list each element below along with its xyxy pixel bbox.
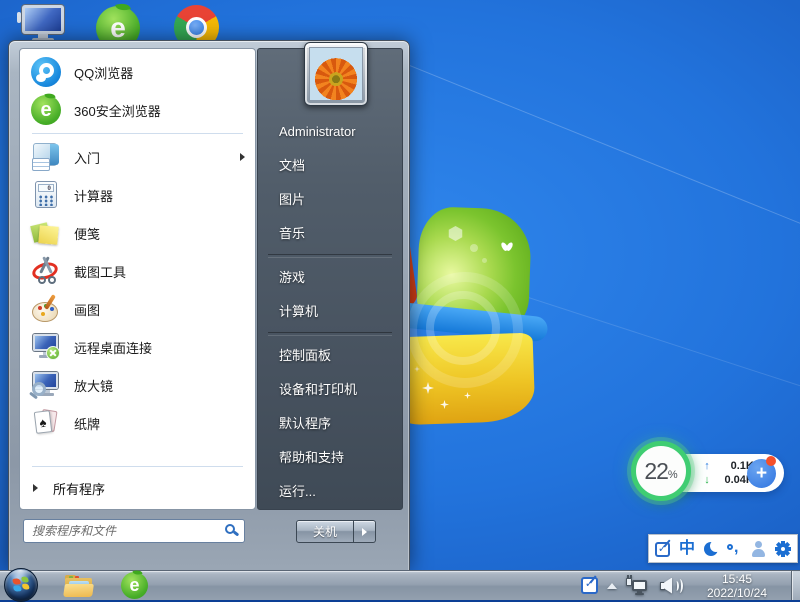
all-programs-label: 所有程序: [53, 479, 105, 498]
clock-time: 15:45: [695, 572, 779, 586]
360-browser-button[interactable]: e: [94, 572, 148, 599]
show-desktop-button[interactable]: [791, 571, 800, 600]
shutdown-button[interactable]: 关机: [296, 520, 354, 543]
qq-browser-icon: [30, 56, 62, 88]
network-icon[interactable]: [626, 576, 650, 596]
shutdown-control: 关机: [296, 520, 376, 543]
avatar-flower-image: [309, 47, 363, 101]
upload-arrow-icon: ↑: [702, 460, 712, 472]
getting-started-icon: [30, 141, 62, 173]
start-menu-item[interactable]: 截图工具: [20, 252, 255, 290]
input-checkbox-icon[interactable]: ✓: [581, 577, 598, 594]
start-menu-item[interactable]: QQ浏览器: [20, 53, 255, 91]
start-menu-item-label: 便笺: [74, 224, 245, 243]
sticky-notes-icon: [30, 217, 62, 249]
user-avatar[interactable]: [304, 42, 368, 106]
separator: [32, 466, 243, 467]
input-method-icon[interactable]: ✓: [653, 539, 673, 559]
taskbar-buttons: e: [0, 570, 148, 602]
system-tray: ✓ 15:45 2022/10/24: [581, 571, 800, 600]
punctuation-icon[interactable]: ,: [725, 539, 745, 559]
taskbar: e ✓ 15:45 2022/10/24: [0, 570, 800, 600]
start-menu-right-panel: Administrator文档图片音乐游戏计算机控制面板设备和打印机默认程序帮助…: [257, 48, 403, 510]
start-button[interactable]: [0, 570, 38, 602]
calculator-icon: 0: [30, 179, 62, 211]
remote-desktop-icon: [30, 331, 62, 363]
start-menu-item[interactable]: 远程桌面连接: [20, 328, 255, 366]
magnifier-icon: [30, 369, 62, 401]
ime-language-bar: ✓中,: [648, 534, 798, 563]
search-input[interactable]: [23, 519, 245, 543]
start-menu-item[interactable]: e 360安全浏览器: [20, 91, 255, 129]
start-menu-item-label: 放大镜: [74, 376, 245, 395]
download-arrow-icon: ↓: [702, 474, 712, 486]
submenu-arrow-icon: [240, 153, 245, 161]
start-menu-item[interactable]: ♠ 纸牌: [20, 404, 255, 442]
tray-clock[interactable]: 15:45 2022/10/24: [695, 572, 779, 600]
start-menu-right-item[interactable]: 音乐: [258, 217, 402, 251]
start-menu-item[interactable]: 0 计算器: [20, 176, 255, 214]
start-menu-user-name[interactable]: Administrator: [258, 115, 402, 149]
user-icon[interactable]: [749, 539, 769, 559]
start-menu-item-label: 远程桌面连接: [74, 338, 245, 357]
start-menu-item[interactable]: 入门: [20, 138, 255, 176]
start-menu-item-label: 360安全浏览器: [74, 101, 245, 120]
separator: [268, 332, 392, 336]
start-menu-right-item[interactable]: 游戏: [258, 261, 402, 295]
shutdown-arrow-icon: [362, 528, 367, 536]
start-menu-left-list: QQ浏览器 e 360安全浏览器入门 0 计算器便笺截图工具画图远程桌面连接放大镜 ♠ 纸牌: [20, 53, 255, 442]
start-menu-item-label: 画图: [74, 300, 245, 319]
start-menu-item[interactable]: 便笺: [20, 214, 255, 252]
separator: [32, 133, 243, 134]
start-menu-right-item[interactable]: 默认程序: [258, 407, 402, 441]
start-menu-item[interactable]: 放大镜: [20, 366, 255, 404]
paint-icon: [30, 293, 62, 325]
clock-date: 2022/10/24: [695, 586, 779, 600]
start-menu-right-item[interactable]: 帮助和支持: [258, 441, 402, 475]
start-menu-item-label: 入门: [74, 148, 228, 167]
start-menu-item[interactable]: 画图: [20, 290, 255, 328]
start-menu-left-panel: QQ浏览器 e 360安全浏览器入门 0 计算器便笺截图工具画图远程桌面连接放大镜 ♠ 纸牌…: [19, 48, 256, 510]
start-menu-item-label: 纸牌: [74, 414, 245, 433]
explorer-button[interactable]: [38, 574, 94, 598]
start-menu-item-label: QQ浏览器: [74, 63, 245, 82]
start-search: [23, 519, 245, 543]
chinese-mode-indicator[interactable]: 中: [677, 539, 697, 559]
solitaire-icon: ♠: [30, 407, 62, 439]
resource-percent-ball[interactable]: 22 %: [631, 441, 691, 501]
percent-sign: %: [668, 469, 678, 481]
start-menu-right-item[interactable]: 运行...: [258, 475, 402, 509]
start-menu-right-item[interactable]: 图片: [258, 183, 402, 217]
fullwidth-moon-icon[interactable]: [701, 539, 721, 559]
volume-icon[interactable]: [659, 577, 683, 595]
show-hidden-icons-arrow[interactable]: [607, 583, 617, 589]
shutdown-options-button[interactable]: [354, 520, 376, 543]
start-menu-item-label: 计算器: [74, 186, 245, 205]
settings-gear-icon[interactable]: [773, 539, 793, 559]
all-programs-button[interactable]: 所有程序: [20, 473, 255, 503]
widget-notification-dot: [766, 456, 776, 466]
start-menu-right-item[interactable]: 控制面板: [258, 339, 402, 373]
separator: [268, 254, 392, 258]
start-menu-right-list: Administrator文档图片音乐游戏计算机控制面板设备和打印机默认程序帮助…: [258, 115, 402, 509]
all-programs-arrow-icon: [33, 484, 38, 492]
percent-value: 22: [644, 458, 668, 485]
start-menu: QQ浏览器 e 360安全浏览器入门 0 计算器便笺截图工具画图远程桌面连接放大镜 ♠ 纸牌…: [8, 40, 410, 570]
360-browser-icon: e: [30, 94, 62, 126]
snipping-tool-icon: [30, 255, 62, 287]
all-programs-section: 所有程序: [20, 466, 255, 509]
search-icon[interactable]: [224, 523, 240, 539]
start-menu-right-item[interactable]: 文档: [258, 149, 402, 183]
start-menu-item-label: 截图工具: [74, 262, 245, 281]
start-menu-right-item[interactable]: 计算机: [258, 295, 402, 329]
start-menu-right-item[interactable]: 设备和打印机: [258, 373, 402, 407]
